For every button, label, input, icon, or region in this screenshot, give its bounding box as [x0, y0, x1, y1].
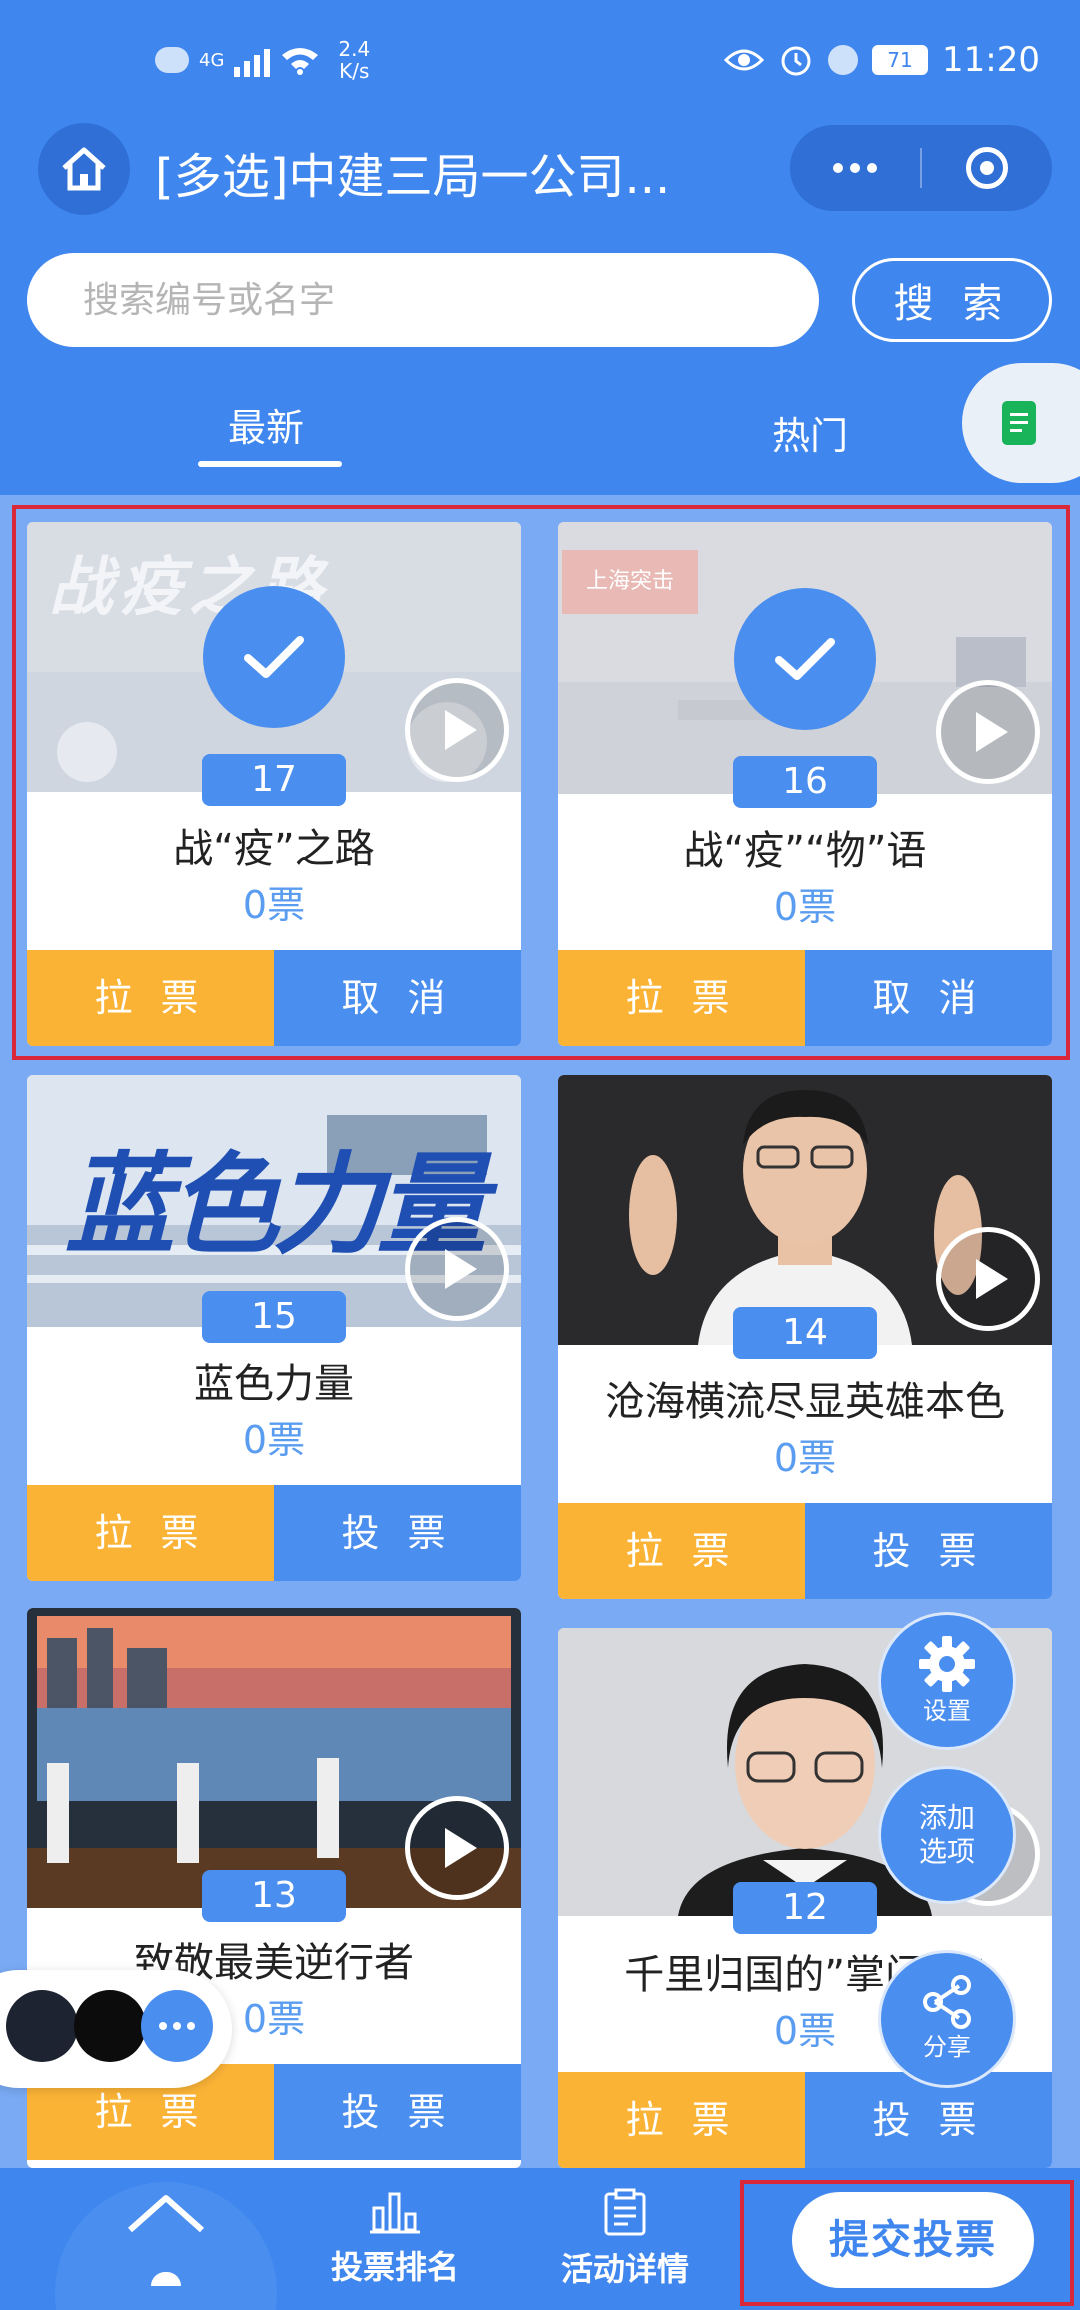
document-float-button[interactable] [962, 363, 1080, 483]
mini-more-button[interactable] [141, 1990, 213, 2062]
entry-title: 蓝色力量 [194, 1361, 354, 1407]
card-actions: 拉 票 投 票 [27, 1485, 521, 1581]
notification-icon [155, 47, 189, 73]
status-bar: 4G 2.4 K/s 71 11:20 [0, 0, 1080, 115]
vote-button[interactable]: 投 票 [274, 2064, 521, 2160]
vote-button[interactable]: 投 票 [805, 2072, 1052, 2168]
entry-number: 15 [202, 1291, 346, 1343]
add-option-label-2: 选项 [918, 1835, 975, 1868]
search-input[interactable] [27, 253, 819, 347]
play-icon[interactable] [405, 1217, 509, 1321]
search-button[interactable]: 搜 索 [852, 258, 1052, 342]
share-float-button[interactable]: 分享 [878, 1950, 1016, 2088]
add-option-float-button[interactable]: 添加 选项 [878, 1766, 1016, 1904]
selection-highlight-box [12, 505, 1070, 1060]
mini-avatar-2[interactable] [74, 1990, 146, 2062]
canvass-button[interactable]: 拉 票 [27, 1485, 274, 1581]
play-icon[interactable] [936, 1227, 1040, 1331]
share-icon [923, 1975, 971, 2029]
status-right: 71 11:20 [724, 40, 1040, 80]
tab-latest[interactable]: 最新 [228, 397, 304, 452]
settings-float-button[interactable]: 设置 [878, 1612, 1016, 1750]
entry-card-14[interactable]: 14 沧海横流尽显英雄本色 0票 拉 票 投 票 [558, 1075, 1052, 1599]
vote-button[interactable]: 投 票 [805, 1503, 1052, 1599]
mute-icon [828, 45, 859, 75]
home-icon [62, 147, 106, 191]
eye-icon [724, 49, 765, 71]
tab-hot[interactable]: 热门 [772, 405, 848, 460]
search-bar: 搜 索 [0, 250, 1080, 350]
document-icon [1002, 401, 1036, 445]
gear-icon [919, 1636, 975, 1692]
tab-active-indicator [198, 461, 342, 467]
submit-highlight-box [740, 2180, 1074, 2306]
home-button[interactable] [38, 123, 130, 215]
card-actions: 拉 票 投 票 [558, 1503, 1052, 1599]
battery-icon: 71 [872, 45, 929, 75]
bottom-home-button[interactable] [55, 2182, 277, 2310]
speed-value: 2.4 [338, 37, 371, 61]
bottom-tab-details[interactable]: 活动详情 [550, 2168, 700, 2310]
share-label: 分享 [923, 2033, 971, 2061]
page-title: [多选]中建三局一公司... [155, 149, 671, 205]
entry-votes: 0票 [242, 1418, 306, 1462]
canvass-button[interactable]: 拉 票 [558, 1503, 805, 1599]
mini-program-capsule [790, 125, 1052, 211]
entry-votes: 0票 [773, 1436, 837, 1480]
more-button[interactable] [790, 125, 920, 211]
clipboard-icon [604, 2188, 646, 2236]
play-icon[interactable] [405, 1796, 509, 1900]
target-icon [966, 147, 1008, 189]
header: 4G 2.4 K/s 71 11:20 [多选]中建三局一公司... 搜索编号或… [0, 0, 1080, 495]
rank-label: 投票排名 [330, 2248, 459, 2286]
signal-icon [234, 43, 271, 77]
more-dots-icon [833, 163, 877, 173]
bottom-tab-rank[interactable]: 投票排名 [320, 2168, 470, 2310]
network-type: 4G [199, 49, 225, 71]
settings-label: 设置 [923, 1697, 971, 1725]
mini-player[interactable] [0, 1970, 232, 2088]
mini-avatar-1[interactable] [6, 1990, 78, 2062]
card-actions: 拉 票 投 票 [558, 2072, 1052, 2168]
entry-number: 12 [733, 1882, 877, 1934]
wifi-icon [282, 48, 319, 75]
details-label: 活动详情 [560, 2250, 689, 2288]
home-icon [128, 2195, 204, 2233]
tab-bar: 最新 热门 [0, 363, 1080, 495]
bar-chart-icon [370, 2192, 420, 2234]
entry-title: 沧海横流尽显英雄本色 [605, 1379, 1005, 1425]
add-option-label-1: 添加 [918, 1801, 975, 1834]
clock: 11:20 [942, 40, 1040, 80]
speed-unit: K/s [339, 59, 370, 83]
entry-card-15[interactable]: 蓝色力量 15 蓝色力量 0票 拉 票 投 票 [27, 1075, 521, 1581]
home-dot [151, 2272, 181, 2286]
vote-button[interactable]: 投 票 [274, 1485, 521, 1581]
nav-bar: [多选]中建三局一公司... [0, 115, 1080, 230]
canvass-button[interactable]: 拉 票 [558, 2072, 805, 2168]
alarm-icon [781, 46, 811, 76]
close-mini-program-button[interactable] [922, 125, 1052, 211]
network-speed: 2.4 K/s [338, 38, 370, 82]
entry-number: 13 [202, 1870, 346, 1922]
entry-number: 14 [733, 1307, 877, 1359]
status-left: 4G 2.4 K/s [155, 38, 370, 82]
